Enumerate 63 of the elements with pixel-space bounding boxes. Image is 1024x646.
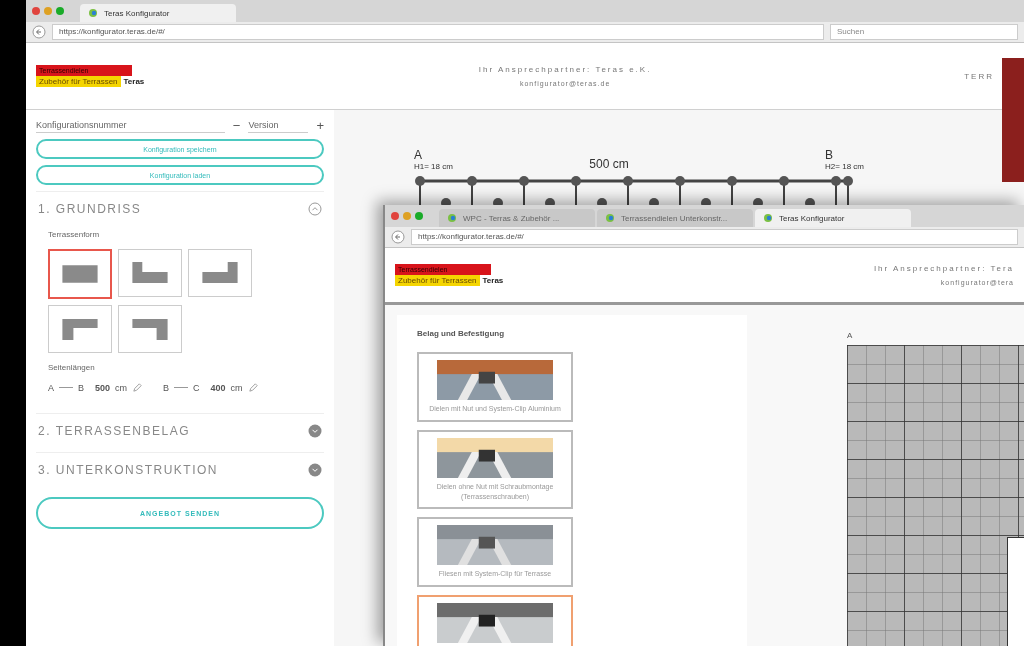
site-icon xyxy=(88,8,98,18)
zoom-button[interactable] xyxy=(415,212,423,220)
point-label: A xyxy=(414,148,423,162)
config-number-field[interactable]: Konfigurationsnummer xyxy=(36,118,225,133)
logo-tagline: Zubehör für Terrassen xyxy=(36,76,121,87)
point-label: B xyxy=(163,382,170,393)
contact-title: Ihr Ansprechpartner: Tera xyxy=(873,264,1014,273)
shape-option[interactable] xyxy=(48,305,112,353)
point-label: B xyxy=(78,382,85,393)
collapse-icon[interactable] xyxy=(308,202,322,216)
close-button[interactable] xyxy=(391,212,399,220)
version-field[interactable]: Version xyxy=(248,118,309,133)
shape-option[interactable] xyxy=(118,305,182,353)
section-title[interactable]: 3. UNTERKONSTRUKTION xyxy=(38,463,218,477)
point-label: A xyxy=(48,382,54,393)
shape-option[interactable] xyxy=(188,249,252,297)
unit-label: cm xyxy=(115,382,128,393)
point-label: A xyxy=(847,331,853,340)
address-field[interactable]: https://konfigurator.teras.de/#/ xyxy=(52,24,824,40)
length-label: 500 cm xyxy=(589,157,629,171)
field-label: Seitenlängen xyxy=(48,363,96,372)
shape-option[interactable] xyxy=(48,249,112,299)
minimize-button[interactable] xyxy=(44,7,52,15)
height-label: H1= 18 cm xyxy=(414,162,453,171)
search-field[interactable]: Suchen xyxy=(830,24,1018,40)
zoom-button[interactable] xyxy=(56,7,64,15)
minimize-button[interactable] xyxy=(403,212,411,220)
header-text: TERR xyxy=(964,71,994,81)
site-icon xyxy=(605,213,615,223)
logo-tagline: Zubehör für Terrassen xyxy=(395,275,480,286)
minus-button[interactable]: − xyxy=(232,118,241,133)
side-line xyxy=(174,387,189,388)
browser-tab[interactable]: Teras Konfigurator xyxy=(80,4,236,22)
address-field[interactable]: https://konfigurator.teras.de/#/ xyxy=(411,229,1018,245)
logo-brand: Teras xyxy=(123,77,145,86)
point-label: C xyxy=(193,382,200,393)
back-icon[interactable] xyxy=(391,230,405,244)
length-field[interactable]: 500 xyxy=(95,382,111,393)
close-button[interactable] xyxy=(32,7,40,15)
browser-tab[interactable]: Terrassendielen Unterkonstr... xyxy=(597,209,753,227)
expand-icon[interactable] xyxy=(308,463,322,477)
expand-icon[interactable] xyxy=(308,424,322,438)
contact-title: Ihr Ansprechpartner: Teras e.K. xyxy=(478,65,652,74)
section-title[interactable]: 1. GRUNDRISS xyxy=(38,202,142,216)
browser-tab[interactable]: WPC - Terras & Zubehör ... xyxy=(439,209,595,227)
logo-brand: Teras xyxy=(482,276,504,285)
site-icon xyxy=(763,213,773,223)
unit-label: cm xyxy=(230,382,243,393)
side-line xyxy=(59,387,73,388)
material-card[interactable] xyxy=(417,595,573,646)
field-label: Terrassenform xyxy=(48,230,101,239)
section-title[interactable]: 2. TERRASSENBELAG xyxy=(38,424,190,438)
pencil-icon[interactable] xyxy=(132,382,144,393)
back-icon[interactable] xyxy=(32,25,46,39)
panel-title: Belag und Befestigung xyxy=(417,329,506,338)
point-label: B xyxy=(825,148,835,162)
shape-option[interactable] xyxy=(118,249,182,297)
plus-button[interactable]: + xyxy=(316,118,324,133)
browser-tab[interactable]: Teras Konfigurator xyxy=(755,209,911,227)
pencil-icon[interactable] xyxy=(247,382,259,393)
length-field[interactable]: 400 xyxy=(210,382,226,393)
site-icon xyxy=(447,213,457,223)
height-label: H2= 18 cm xyxy=(825,162,864,171)
